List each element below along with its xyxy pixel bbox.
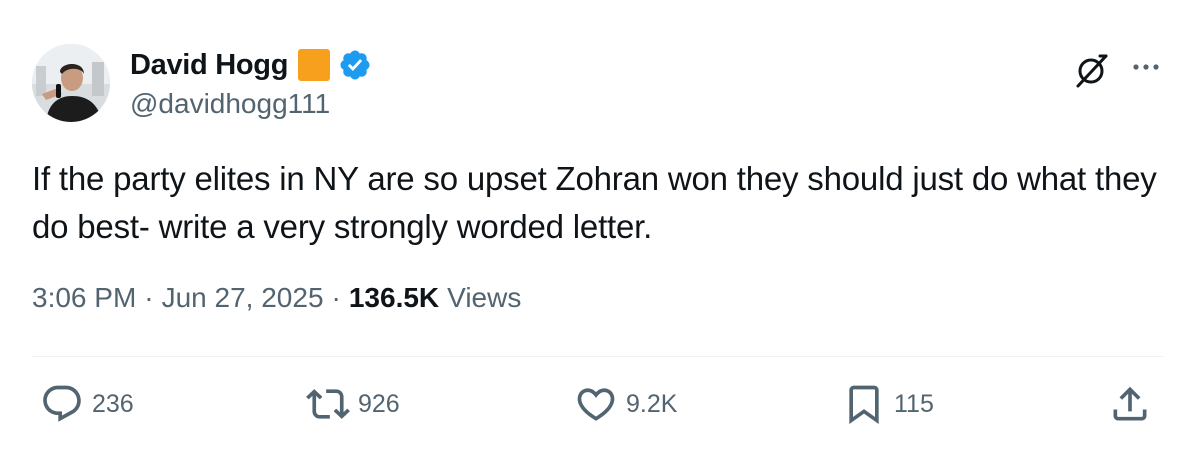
divider: [32, 356, 1164, 357]
tweet-time[interactable]: 3:06 PM: [32, 282, 136, 314]
more-icon[interactable]: [1128, 52, 1164, 82]
tweet-text: If the party elites in NY are so upset Z…: [32, 160, 1157, 245]
tweet-meta: 3:06 PM · Jun 27, 2025 · 136.5K Views: [32, 282, 521, 314]
meta-separator: ·: [144, 282, 154, 313]
like-count: 9.2K: [626, 389, 678, 418]
author-display-name[interactable]: David Hogg: [130, 49, 288, 82]
bookmark-icon: [849, 385, 879, 425]
author-name-row: David Hogg: [130, 46, 372, 84]
share-button[interactable]: [1108, 382, 1152, 426]
repost-count: 926: [358, 389, 400, 418]
tweet-date[interactable]: Jun 27, 2025: [162, 282, 324, 314]
like-button[interactable]: 9.2K: [574, 382, 677, 426]
bookmark-count: 115: [894, 389, 934, 418]
views-label: Views: [447, 282, 522, 313]
reply-count: 236: [92, 389, 134, 418]
avatar-image: [32, 44, 110, 122]
verified-badge-icon: [340, 50, 370, 80]
reply-icon: [43, 385, 81, 422]
meta-separator: ·: [331, 282, 341, 313]
views-count: 136.5K: [348, 282, 440, 313]
bookmark-button[interactable]: 115: [842, 382, 934, 426]
repost-button[interactable]: 926: [306, 382, 400, 426]
heart-icon: [577, 388, 615, 421]
share-icon: [1113, 386, 1147, 421]
avatar[interactable]: [32, 44, 110, 122]
grok-icon[interactable]: [1070, 48, 1114, 92]
repost-icon: [306, 389, 350, 419]
tweet-card: David Hogg @davidhogg111 If the party el…: [0, 0, 1198, 460]
affiliate-badge-icon: [298, 49, 331, 81]
author-handle[interactable]: @davidhogg111: [130, 88, 330, 120]
reply-button[interactable]: 236: [40, 382, 134, 426]
